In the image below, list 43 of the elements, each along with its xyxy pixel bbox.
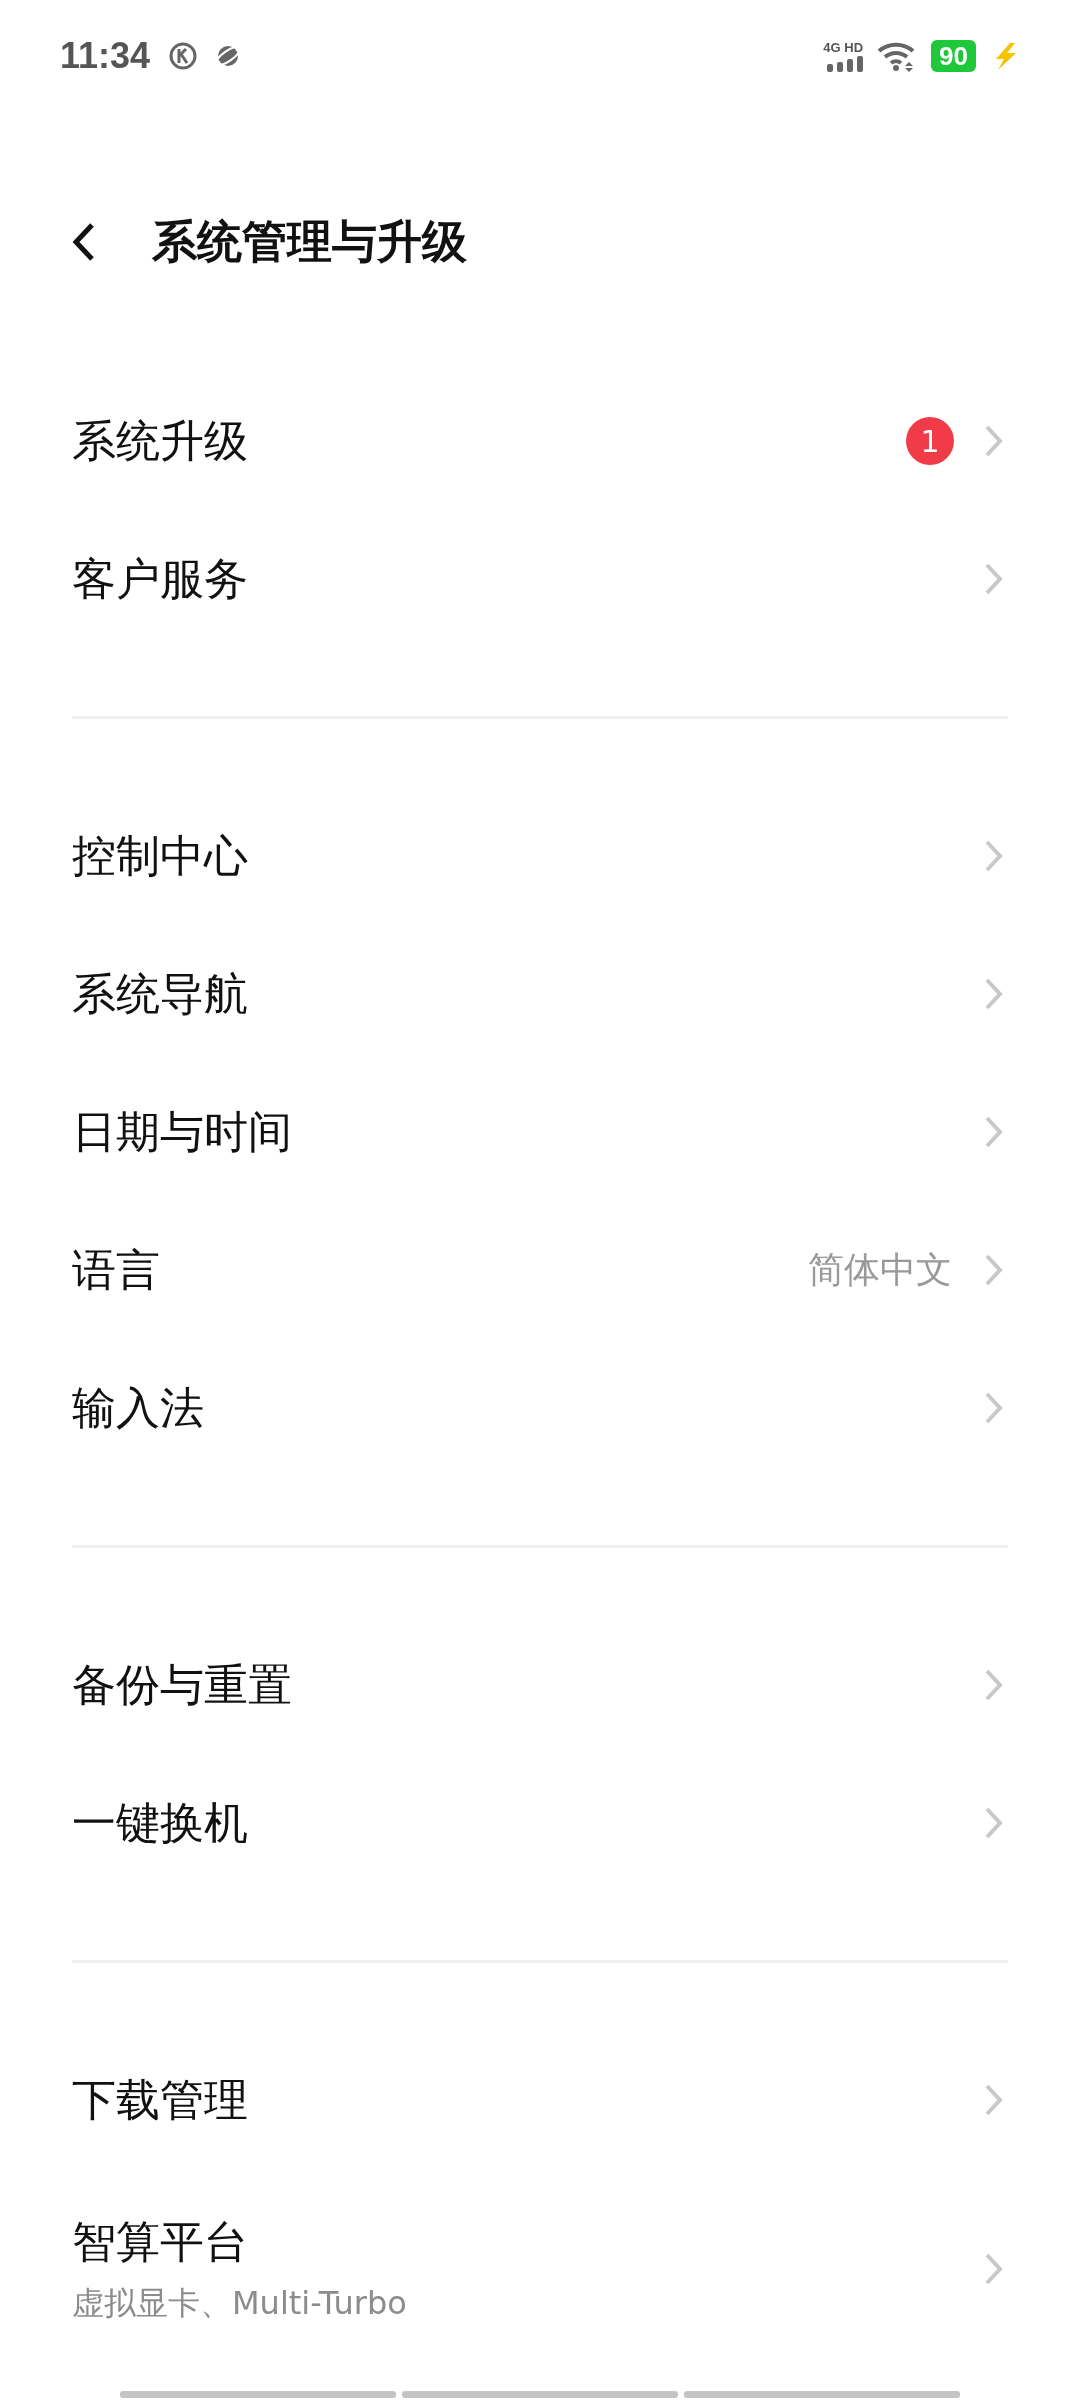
chevron-right-icon: [984, 1668, 1004, 1702]
settings-item[interactable]: 系统导航: [72, 925, 1008, 1063]
signal-icon: [827, 56, 864, 72]
settings-item[interactable]: 备份与重置: [72, 1616, 1008, 1754]
settings-item[interactable]: 系统升级 1: [72, 372, 1008, 510]
settings-item[interactable]: 一键换机: [72, 1754, 1008, 1892]
notification-badge: 1: [906, 417, 954, 465]
item-title: 一键换机: [72, 1795, 249, 1850]
status-time: 11:34: [60, 35, 151, 77]
item-subtitle: 虚拟显卡、Multi-Turbo: [72, 2282, 408, 2324]
item-title: 下载管理: [72, 2072, 249, 2127]
battery-level: 90: [931, 40, 976, 72]
page-title: 系统管理与升级: [152, 214, 467, 270]
settings-item[interactable]: 客户服务: [72, 510, 1008, 648]
item-title: 控制中心: [72, 828, 249, 883]
settings-item[interactable]: 智算平台 虚拟显卡、Multi-Turbo: [72, 2169, 1008, 2369]
item-title: 系统升级: [72, 413, 249, 468]
chevron-right-icon: [984, 977, 1004, 1011]
settings-item[interactable]: 语言 简体中文: [72, 1201, 1008, 1339]
item-title: 输入法: [72, 1380, 205, 1435]
settings-item[interactable]: 日期与时间: [72, 1063, 1008, 1201]
item-title: 智算平台: [72, 2214, 249, 2269]
chevron-right-icon: [984, 1115, 1004, 1149]
chevron-right-icon: [984, 2252, 1004, 2286]
chevron-right-icon: [984, 1253, 1004, 1287]
chevron-right-icon: [984, 1806, 1004, 1840]
chevron-right-icon: [984, 839, 1004, 873]
chevron-right-icon: [984, 424, 1004, 458]
item-title: 语言: [72, 1242, 161, 1297]
back-button[interactable]: [72, 222, 96, 262]
k-circle-icon: [168, 41, 199, 71]
settings-item[interactable]: 控制中心: [72, 787, 1008, 925]
chevron-right-icon: [984, 562, 1004, 596]
settings-item[interactable]: 输入法: [72, 1339, 1008, 1477]
chevron-right-icon: [984, 2083, 1004, 2117]
item-value: 简体中文: [808, 1247, 952, 1292]
settings-item[interactable]: 下载管理: [72, 2031, 1008, 2169]
item-title: 备份与重置: [72, 1657, 293, 1712]
item-title: 系统导航: [72, 966, 249, 1021]
chevron-right-icon: [984, 1391, 1004, 1425]
network-label: 4G HD: [823, 40, 864, 55]
item-title: 日期与时间: [72, 1104, 293, 1159]
item-title: 客户服务: [72, 551, 249, 606]
